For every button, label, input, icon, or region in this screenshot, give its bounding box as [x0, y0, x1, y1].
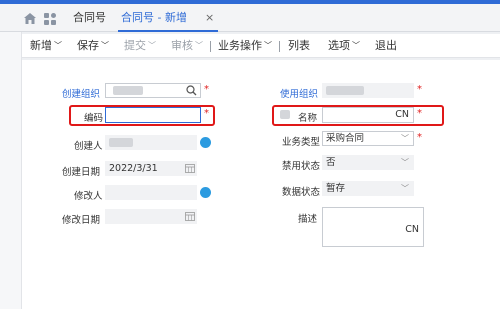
- audit-button[interactable]: 审核 ﹀: [171, 39, 203, 54]
- create-date-field[interactable]: 2022/3/31: [105, 161, 197, 176]
- chevron-down-icon: ﹀: [352, 41, 360, 50]
- chevron-down-icon: ﹀: [401, 134, 409, 143]
- redacted-value: [109, 138, 133, 147]
- business-operation-label: 业务操作: [218, 39, 262, 52]
- user-org-field[interactable]: [322, 83, 414, 98]
- calendar-icon[interactable]: [185, 164, 195, 173]
- forbid-status-select[interactable]: 否 ﹀: [322, 155, 414, 170]
- business-type-label: 业务类型: [282, 137, 321, 148]
- creator-label: 创建人: [74, 141, 103, 152]
- description-label: 描述: [298, 214, 318, 225]
- active-tab-indicator: [118, 30, 218, 32]
- creator-org-field[interactable]: [105, 83, 201, 98]
- chevron-down-icon: ﹀: [195, 41, 203, 50]
- data-status-label: 数据状态: [282, 187, 321, 198]
- submit-button-label: 提交: [124, 39, 146, 52]
- modifier-label: 修改人: [74, 191, 103, 202]
- new-button[interactable]: 新增 ﹀: [30, 39, 62, 54]
- data-status-select[interactable]: 暂存 ﹀: [322, 181, 414, 196]
- tab-contract[interactable]: 合同号: [73, 10, 106, 32]
- options-button[interactable]: 选项 ﹀: [328, 39, 360, 54]
- toolbar-divider: [210, 41, 211, 52]
- chevron-down-icon: ﹀: [401, 158, 409, 167]
- forbid-status-value: 否: [326, 157, 336, 168]
- business-type-value: 采购合同: [326, 133, 365, 144]
- highlight-box-code: [69, 105, 215, 126]
- business-operation-button[interactable]: 业务操作 ﹀: [218, 39, 272, 54]
- cloud-icon[interactable]: [200, 137, 211, 148]
- submit-button[interactable]: 提交 ﹀: [124, 39, 156, 54]
- required-mark: *: [204, 84, 209, 95]
- forbid-status-label: 禁用状态: [282, 161, 321, 172]
- create-date-label: 创建日期: [62, 167, 101, 178]
- tab-close-icon[interactable]: ×: [205, 11, 214, 24]
- search-icon[interactable]: [186, 85, 197, 96]
- creator-field[interactable]: [105, 135, 197, 150]
- data-status-value: 暂存: [326, 183, 346, 194]
- form-panel: 创建组织 * 编码 * 创建人 创建日期 2022/3/31 修改人 修改日期 …: [22, 60, 500, 309]
- modify-date-label: 修改日期: [62, 215, 101, 226]
- save-button-label: 保存: [77, 39, 99, 52]
- tab-bar: 合同号 合同号 - 新增 ×: [0, 4, 500, 32]
- exit-button[interactable]: 退出: [375, 39, 397, 53]
- audit-button-label: 审核: [171, 39, 193, 52]
- options-button-label: 选项: [328, 39, 350, 52]
- required-mark: *: [417, 84, 422, 95]
- required-mark: *: [417, 132, 422, 143]
- chevron-down-icon: ﹀: [148, 41, 156, 50]
- business-type-select[interactable]: 采购合同 ﹀: [322, 131, 414, 146]
- left-sidebar-strip: [0, 32, 22, 309]
- redacted-value: [113, 86, 143, 95]
- new-button-label: 新增: [30, 39, 52, 52]
- tab-contract-new[interactable]: 合同号 - 新增: [121, 10, 201, 32]
- highlight-box-name: [272, 105, 444, 126]
- chevron-down-icon: ﹀: [101, 41, 109, 50]
- cloud-icon[interactable]: [200, 187, 211, 198]
- description-textarea[interactable]: CN: [322, 207, 424, 247]
- chevron-down-icon: ﹀: [264, 41, 272, 50]
- description-value: CN: [405, 224, 419, 235]
- toolbar: 新增 ﹀ 保存 ﹀ 提交 ﹀ 审核 ﹀ 业务操作 ﹀ 列表 选项 ﹀ 退出: [22, 34, 500, 58]
- save-button[interactable]: 保存 ﹀: [77, 39, 109, 54]
- modify-date-field[interactable]: [105, 209, 197, 224]
- home-icon[interactable]: [24, 13, 36, 24]
- creator-org-label[interactable]: 创建组织: [62, 86, 100, 100]
- modifier-field[interactable]: [105, 185, 197, 200]
- user-org-label[interactable]: 使用组织: [280, 86, 318, 100]
- chevron-down-icon: ﹀: [54, 41, 62, 50]
- redacted-value: [326, 86, 364, 95]
- list-button[interactable]: 列表: [288, 39, 310, 53]
- apps-grid-icon[interactable]: [44, 13, 56, 25]
- chevron-down-icon: ﹀: [401, 184, 409, 193]
- calendar-icon[interactable]: [185, 212, 195, 221]
- toolbar-divider: [279, 41, 280, 52]
